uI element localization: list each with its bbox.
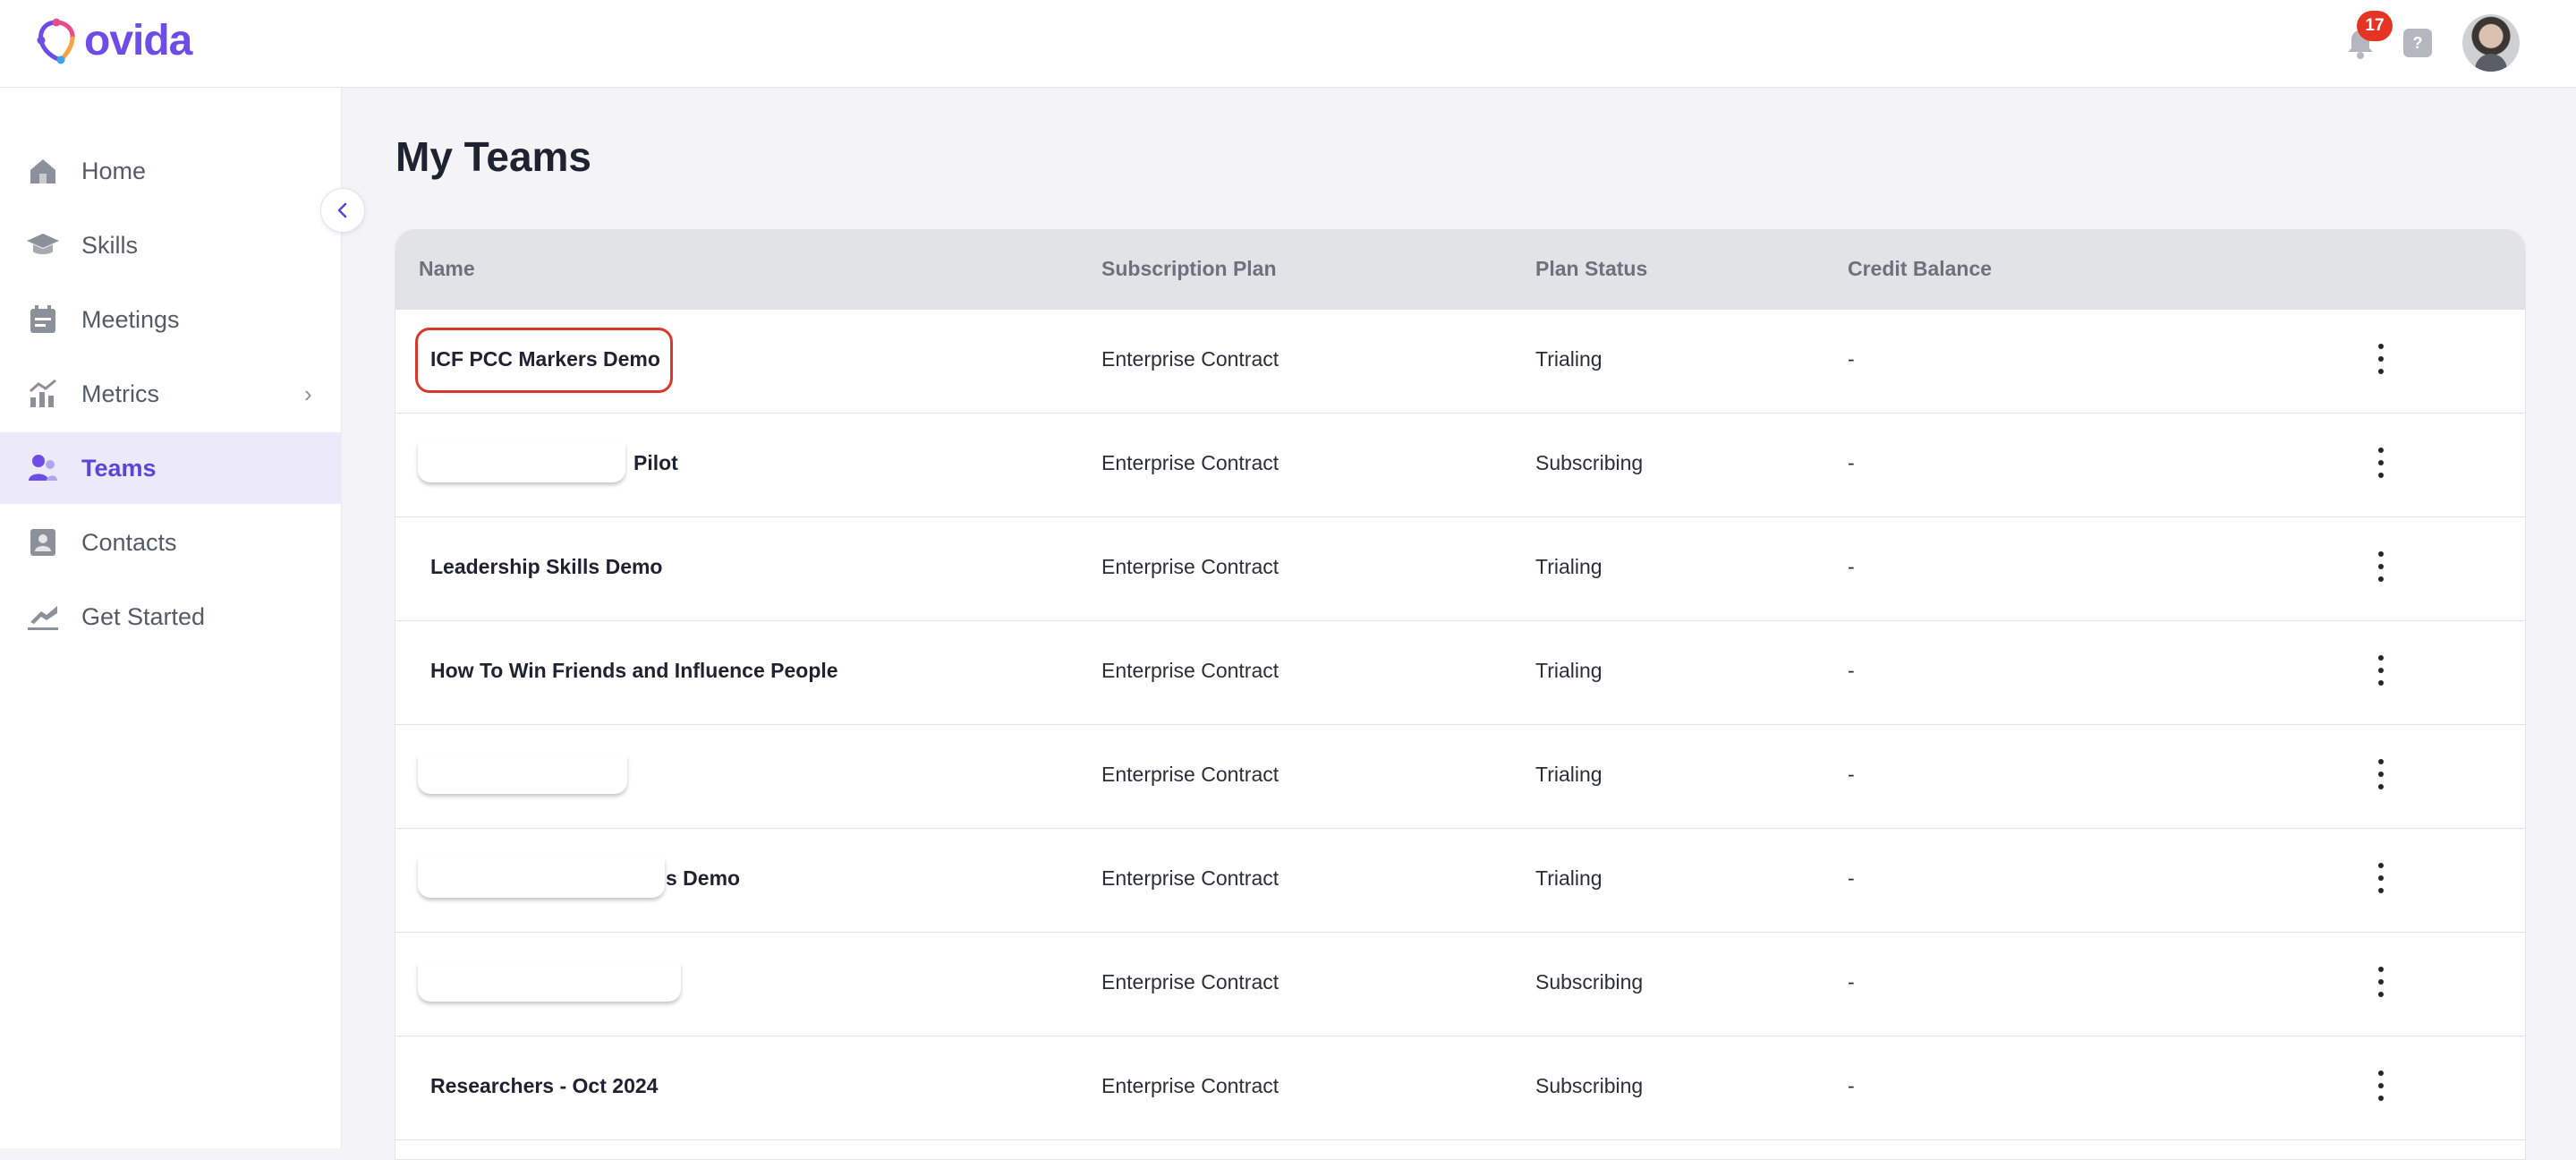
more-options-icon[interactable] (2376, 967, 2385, 997)
subscription-plan: Enterprise Contract (1101, 866, 1279, 890)
graduation-cap-icon (25, 227, 61, 263)
table-row[interactable]: Enterprise Contract Subscribing - (395, 932, 2525, 1036)
launch-icon (25, 599, 61, 635)
team-name[interactable]: Leadership Skills Demo (430, 555, 662, 579)
subscription-plan: Enterprise Contract (1101, 555, 1279, 578)
plan-status: Trialing (1535, 555, 1603, 578)
credit-balance: - (1848, 347, 1855, 371)
column-header-plan-status[interactable]: Plan Status (1535, 257, 1647, 281)
table-row[interactable]: Leadership Skills Demo Enterprise Contra… (395, 516, 2525, 620)
sidebar: Home Skills Meetings Metrics › Teams Con… (0, 88, 342, 1148)
table-row[interactable]: Researchers - Oct 2024 Enterprise Contra… (395, 1036, 2525, 1139)
logo[interactable]: ovida (34, 16, 192, 65)
teams-table: Name Subscription Plan Plan Status Credi… (395, 229, 2526, 1160)
credit-balance: - (1848, 866, 1855, 890)
chevron-left-icon (337, 202, 347, 218)
sidebar-item-contacts[interactable]: Contacts (0, 507, 342, 578)
avatar[interactable] (2462, 14, 2520, 72)
more-options-icon[interactable] (2376, 759, 2385, 789)
redaction-overlay (418, 962, 681, 1002)
plan-status: Trialing (1535, 866, 1603, 890)
more-options-icon[interactable] (2376, 655, 2385, 686)
sidebar-item-skills[interactable]: Skills (0, 209, 342, 281)
more-options-icon[interactable] (2376, 448, 2385, 478)
team-name[interactable]: s Demo (666, 866, 740, 891)
column-header-subscription-plan[interactable]: Subscription Plan (1101, 257, 1277, 281)
plan-status: Subscribing (1535, 970, 1644, 994)
more-options-icon[interactable] (2376, 863, 2385, 893)
plan-status: Subscribing (1535, 1074, 1644, 1097)
sidebar-item-home[interactable]: Home (0, 135, 342, 207)
plan-status: Trialing (1535, 659, 1603, 682)
team-name[interactable]: ICF PCC Markers Demo (430, 347, 660, 371)
calendar-icon (25, 302, 61, 337)
table-row[interactable]: How To Win Friends and Influence People … (395, 620, 2525, 724)
redaction-overlay (418, 755, 627, 794)
credit-balance: - (1848, 659, 1855, 682)
top-bar: ovida 17 ? (0, 0, 2576, 88)
table-header: Name Subscription Plan Plan Status Credi… (395, 230, 2525, 309)
logo-mark-icon (37, 18, 75, 64)
subscription-plan: Enterprise Contract (1101, 970, 1279, 994)
credit-balance: - (1848, 555, 1855, 578)
collapse-sidebar-button[interactable] (320, 188, 365, 233)
subscription-plan: Enterprise Contract (1101, 1074, 1279, 1097)
home-icon (25, 153, 61, 189)
team-name[interactable]: How To Win Friends and Influence People (430, 659, 838, 683)
plan-status: Trialing (1535, 763, 1603, 786)
notification-badge: 17 (2357, 11, 2393, 41)
table-row[interactable]: s Demo Enterprise Contract Trialing - (395, 828, 2525, 932)
table-row[interactable]: Pilot Enterprise Contract Subscribing - (395, 413, 2525, 516)
column-header-name[interactable]: Name (419, 257, 475, 281)
team-name[interactable]: Researchers - Oct 2024 (430, 1074, 658, 1098)
table-row (395, 1139, 2525, 1159)
plan-status: Subscribing (1535, 451, 1644, 474)
sidebar-item-teams[interactable]: Teams (0, 432, 342, 504)
credit-balance: - (1848, 1074, 1855, 1097)
table-row[interactable]: ICF PCC Markers Demo Enterprise Contract… (395, 309, 2525, 413)
more-options-icon[interactable] (2376, 551, 2385, 582)
redaction-overlay (418, 443, 625, 482)
credit-balance: - (1848, 970, 1855, 994)
sidebar-item-metrics[interactable]: Metrics › (0, 358, 342, 430)
subscription-plan: Enterprise Contract (1101, 763, 1279, 786)
page-title: My Teams (395, 133, 592, 180)
redaction-overlay (418, 858, 665, 898)
more-options-icon[interactable] (2376, 344, 2385, 374)
subscription-plan: Enterprise Contract (1101, 659, 1279, 682)
team-icon (25, 450, 61, 486)
more-options-icon[interactable] (2376, 1070, 2385, 1101)
sidebar-item-meetings[interactable]: Meetings (0, 284, 342, 355)
plan-status: Trialing (1535, 347, 1603, 371)
chart-icon (25, 376, 61, 412)
table-row[interactable]: Enterprise Contract Trialing - (395, 724, 2525, 828)
credit-balance: - (1848, 451, 1855, 474)
subscription-plan: Enterprise Contract (1101, 347, 1279, 371)
credit-balance: - (1848, 763, 1855, 786)
subscription-plan: Enterprise Contract (1101, 451, 1279, 474)
chevron-right-icon: › (304, 380, 312, 407)
contact-card-icon (25, 525, 61, 560)
sidebar-item-get-started[interactable]: Get Started (0, 581, 342, 652)
column-header-credit-balance[interactable]: Credit Balance (1848, 257, 1992, 281)
logo-text: ovida (84, 17, 192, 64)
help-button[interactable]: ? (2403, 29, 2432, 57)
team-name[interactable]: Pilot (633, 451, 678, 475)
